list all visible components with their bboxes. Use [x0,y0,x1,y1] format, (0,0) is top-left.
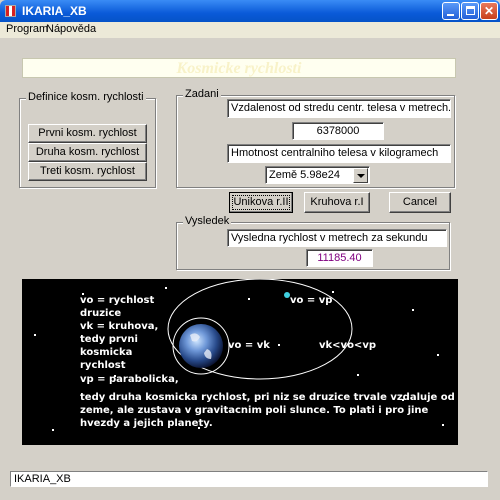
mass-select[interactable]: Země 5.98e24 [265,166,370,184]
mass-label-field: Hmotnost centralniho telesa v kilogramec… [227,144,451,163]
maximize-button[interactable] [461,2,479,20]
legend-vo: vo = rychlost [80,295,155,306]
minimize-button[interactable] [442,2,460,20]
label-vo-vk: vo = vk [228,340,270,351]
escape-velocity-button[interactable]: Unikova r.II [229,192,293,213]
cancel-button[interactable]: Cancel [389,192,451,213]
status-bar: IKARIA_XB [10,471,488,487]
result-group-title: Vysledek [183,215,232,227]
distance-label-field: Vzdalenost od stredu centr. telesa v met… [227,99,451,118]
app-flag-icon [5,5,16,17]
second-cosmic-speed-button[interactable]: Druha kosm. rychlost [28,143,147,162]
distance-input[interactable]: 6378000 [292,122,384,140]
description-line-2: zeme, ale zustava v gravitacnim poli slu… [80,405,429,416]
minimize-icon [447,14,454,16]
page-title-banner: Kosmicke rychlosti [22,58,456,78]
menu-bar: Program Nápověda [0,22,500,38]
input-group-title: Zadani [183,88,221,100]
close-button[interactable]: ✕ [480,2,498,20]
legend-vk: vk = kruhova, [80,321,159,332]
title-bar[interactable]: IKARIA_XB ✕ [0,0,500,22]
circular-velocity-button[interactable]: Kruhova r.I [304,192,370,213]
result-value: 11185.40 [306,249,373,267]
first-cosmic-speed-button[interactable]: Prvni kosm. rychlost [28,124,147,143]
close-icon: ✕ [483,4,495,18]
window-title: IKARIA_XB [22,4,87,18]
maximize-icon [466,6,475,15]
chevron-down-icon[interactable] [353,168,368,183]
third-cosmic-speed-button[interactable]: Treti kosm. rychlost [28,162,147,181]
legend-druzice: druzice [80,308,122,319]
description-line-3: hvezdy a jejich planety. [80,418,213,429]
label-vo-vp: vo = vp [290,295,333,306]
legend-vp: vp = parabolicka, [80,374,179,385]
menu-program[interactable]: Program [6,23,48,35]
description-line-1: tedy druha kosmicka rychlost, pri niz se… [80,392,455,403]
menu-help[interactable]: Nápověda [46,23,96,35]
legend-tedy: tedy prvni [80,334,138,345]
definition-group-title: Definice kosm. rychlosti [26,91,146,103]
legend-rychlost: rychlost [80,360,126,371]
orbit-diagram: vo = rychlost druzice vk = kruhova, tedy… [22,279,458,445]
mass-select-value: Země 5.98e24 [269,169,340,181]
result-label-field: Vysledna rychlost v metrech za sekundu [227,229,447,247]
earth-icon [179,324,223,368]
label-vk-vo-vp: vk<vo<vp [319,340,376,351]
legend-kosmicka: kosmicka [80,347,133,358]
